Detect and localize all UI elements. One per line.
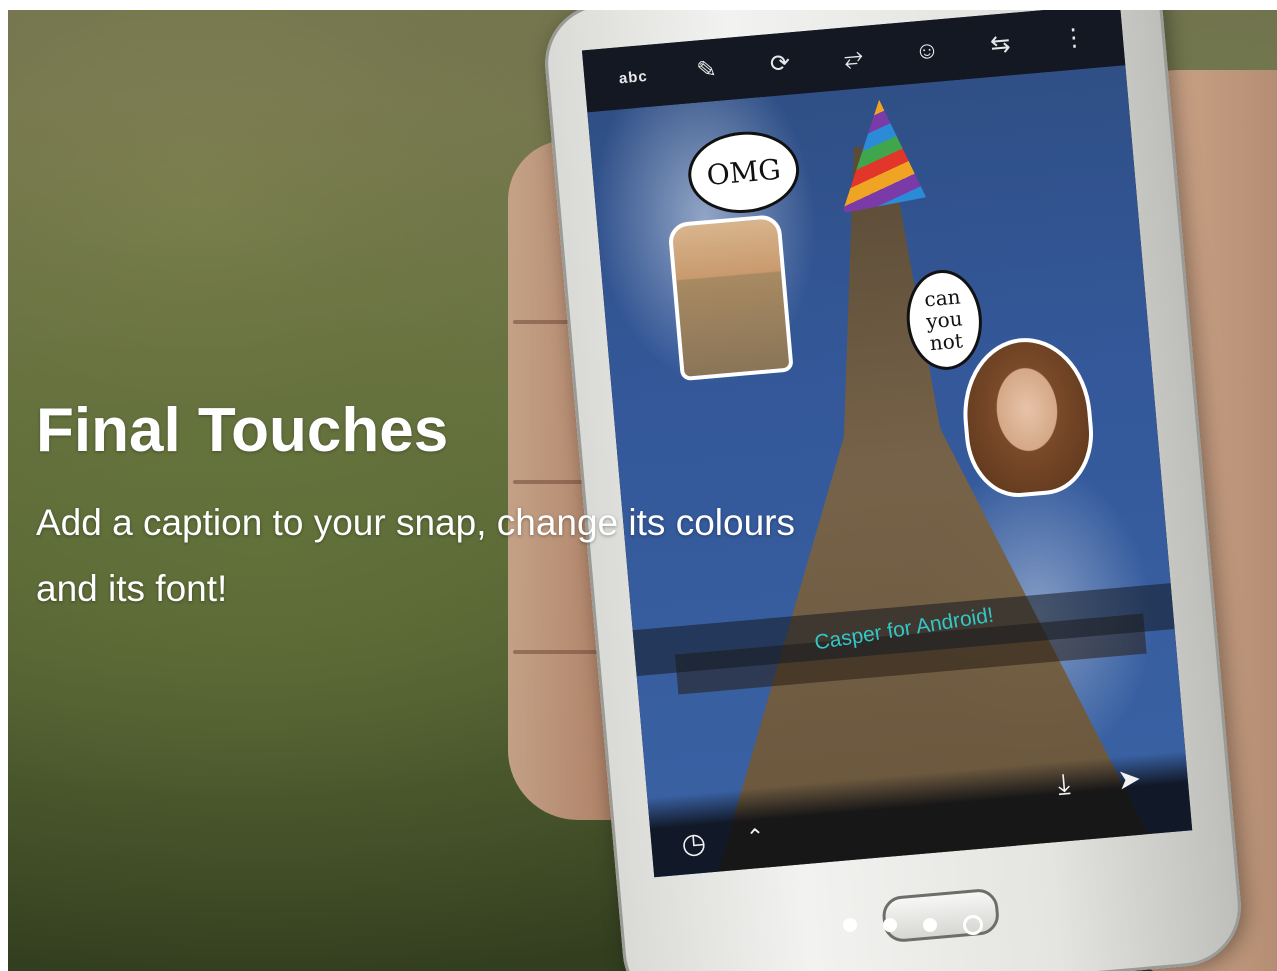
slide-title: Final Touches — [36, 396, 449, 465]
chevron-up-icon[interactable]: ⌃ — [745, 824, 766, 852]
page-dot[interactable] — [923, 918, 937, 932]
more-icon[interactable]: ⋮ — [1051, 24, 1097, 53]
swap-icon[interactable]: ⇆ — [977, 30, 1023, 59]
omg-bubble-text: OMG — [705, 152, 782, 192]
fullscreen-icon[interactable]: ⥂ — [831, 43, 877, 72]
timer-icon[interactable]: ◷ — [680, 826, 707, 861]
can-you-not-bubble-text: can you not — [923, 284, 964, 356]
send-icon[interactable]: ➤ — [1116, 762, 1142, 797]
download-icon[interactable]: ⤓ — [1056, 768, 1071, 802]
pagination-dots — [843, 915, 983, 935]
text-tool-button[interactable]: abc — [611, 67, 656, 86]
brush-icon[interactable]: ✎ — [684, 56, 730, 85]
emoji-icon[interactable]: ☺ — [904, 36, 950, 65]
boy-sticker[interactable] — [667, 213, 794, 382]
page-dot[interactable] — [843, 918, 857, 932]
rotate-icon[interactable]: ⟳ — [757, 49, 803, 78]
page-dot[interactable] — [883, 918, 897, 932]
phone-screen: abc ✎ ⟳ ⥂ ☺ ⇆ ⋮ OMG can you not Casper f… — [581, 10, 1193, 878]
slide-description: Add a caption to your snap, change its c… — [36, 502, 795, 609]
page-dot-active[interactable] — [963, 915, 983, 935]
onboarding-slide: abc ✎ ⟳ ⥂ ☺ ⇆ ⋮ OMG can you not Casper f… — [8, 10, 1277, 971]
